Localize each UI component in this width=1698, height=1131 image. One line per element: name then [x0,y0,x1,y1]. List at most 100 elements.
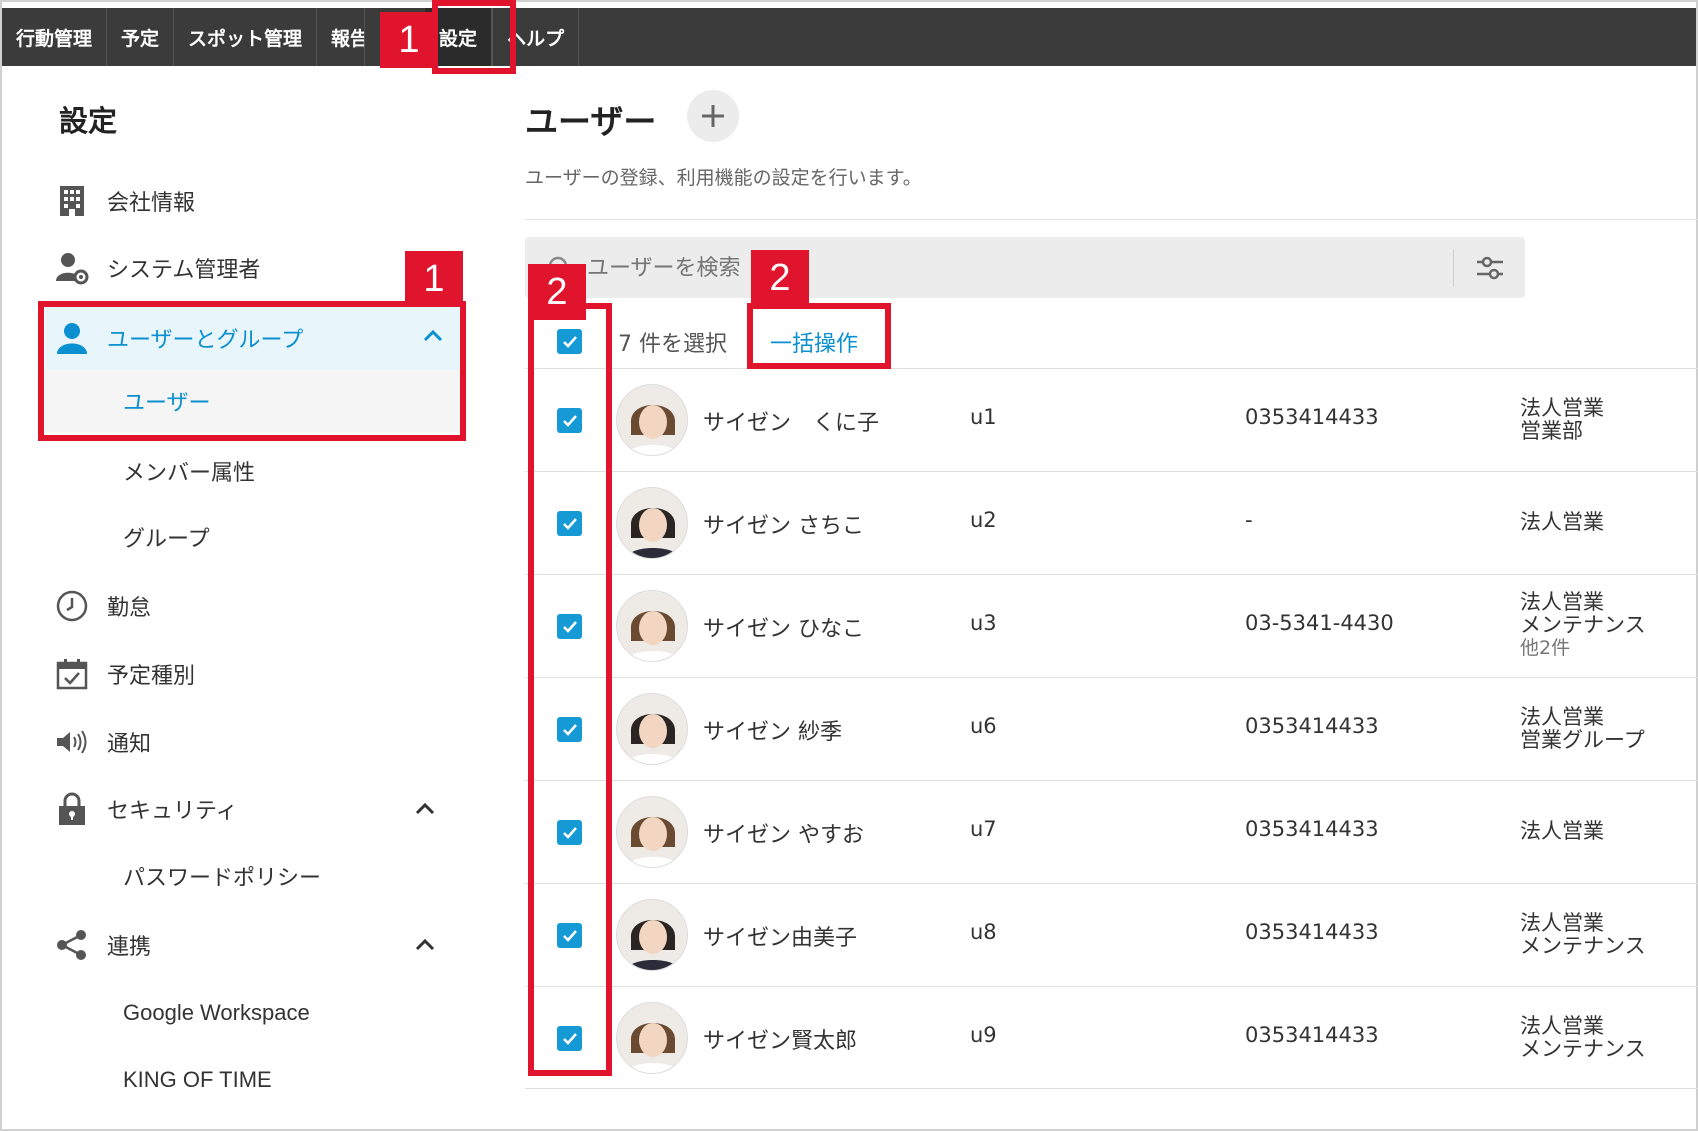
user-groups: 法人営業 営業部 [1520,397,1604,443]
user-id: u8 [970,920,997,944]
group-label: 営業部 [1520,419,1583,443]
user-id: u1 [970,405,997,429]
avatar [616,384,688,456]
chevron-up-icon[interactable] [415,796,435,821]
page-description: ユーザーの登録、利用機能の設定を行います。 [525,167,922,189]
avatar [616,899,688,971]
user-phone: 0353414433 [1245,714,1379,738]
selection-bar: 7 件を選択 一括操作 [525,318,1698,368]
group-label: 法人営業 [1520,911,1604,935]
group-label: 法人営業 [1520,819,1604,843]
sidebar-item-label: セキュリティ [107,799,238,824]
group-label: メンテナンス [1520,934,1646,958]
user-groups: 法人営業 メンテナンス [1520,912,1646,958]
highlight-checkboxes [528,303,612,1076]
user-phone: 0353414433 [1245,920,1379,944]
group-label: 法人営業 [1520,590,1604,614]
user-phone: 03-5341-4430 [1245,611,1394,635]
search-divider [1453,249,1454,287]
callout-number: 1 [405,251,463,307]
sidebar-item-label: 連携 [107,935,152,960]
user-phone: 0353414433 [1245,1023,1379,1047]
sidebar-subitem-password-policy[interactable]: パスワードポリシー [123,851,321,901]
sidebar-item-company[interactable]: 会社情報 [55,170,465,232]
avatar [616,693,688,765]
user-id: u6 [970,714,997,738]
user-id: u7 [970,817,997,841]
user-gear-icon [55,251,89,285]
avatar [616,487,688,559]
speaker-icon [55,725,89,759]
group-label: 営業グループ [1520,728,1645,752]
calendar-check-icon [55,657,89,691]
group-label: 法人営業 [1520,396,1604,420]
sidebar-item-label: 予定種別 [107,664,196,689]
nav-item-activity[interactable]: 行動管理 [2,8,108,66]
user-id: u3 [970,611,997,635]
table-row[interactable]: サイゼン 紗季 u6 0353414433 法人営業 営業グループ [525,677,1698,780]
avatar [616,1002,688,1074]
share-icon [55,928,89,962]
clock-icon [55,589,89,623]
group-label: メンテナンス [1520,613,1646,637]
user-name[interactable]: サイゼン さちこ [703,508,864,540]
table-row[interactable]: サイゼン由美子 u8 0353414433 法人営業 メンテナンス [525,883,1698,986]
group-label: 法人営業 [1520,510,1604,534]
user-phone: 0353414433 [1245,817,1379,841]
building-icon [55,184,89,218]
user-groups: 法人営業 メンテナンス 他2件 [1520,591,1646,660]
sidebar-item-notification[interactable]: 通知 [55,711,465,773]
more-groups-label[interactable]: 他2件 [1520,637,1646,660]
search-input[interactable] [587,249,1407,287]
user-groups: 法人営業 メンテナンス [1520,1015,1646,1061]
callout-number: 1 [380,12,438,68]
nav-item-spot[interactable]: スポット管理 [174,8,318,66]
user-id: u2 [970,508,997,532]
sidebar-item-integration[interactable]: 連携 [55,914,465,976]
plus-icon [702,105,724,127]
group-label: 法人営業 [1520,705,1604,729]
user-name[interactable]: サイゼン賢太郎 [703,1023,857,1055]
sidebar-subitem-google-workspace[interactable]: Google Workspace [123,988,310,1038]
table-row[interactable]: サイゼン さちこ u2 - 法人営業 [525,471,1698,574]
callout-number: 2 [751,250,809,306]
highlight-bulk-action [747,303,891,369]
sidebar-item-attendance[interactable]: 勤怠 [55,575,465,637]
user-name[interactable]: サイゼン由美子 [703,920,857,952]
highlight-settings-tab [432,0,516,74]
sidebar-subitem-groups[interactable]: グループ [123,512,210,562]
callout-number: 2 [528,264,586,320]
sidebar-title: 設定 [59,104,118,138]
sidebar-subitem-member-attributes[interactable]: メンバー属性 [123,446,255,496]
chevron-up-icon[interactable] [415,932,435,957]
user-name[interactable]: サイゼン 紗季 [703,714,842,746]
sidebar-item-sysadmin[interactable]: システム管理者 [55,237,465,299]
group-label: メンテナンス [1520,1037,1646,1061]
avatar [616,796,688,868]
user-name[interactable]: サイゼン やすお [703,817,864,849]
user-name[interactable]: サイゼン くに子 [703,405,879,437]
table-row[interactable]: サイゼン ひなこ u3 03-5341-4430 法人営業 メンテナンス 他2件 [525,574,1698,677]
divider [525,1088,1698,1089]
sidebar-item-label: 会社情報 [107,191,196,216]
filter-settings-icon[interactable] [1473,251,1507,289]
user-groups: 法人営業 [1520,511,1604,534]
user-phone: 0353414433 [1245,405,1379,429]
table-row[interactable]: サイゼン賢太郎 u9 0353414433 法人営業 メンテナンス [525,986,1698,1089]
user-name[interactable]: サイゼン ひなこ [703,611,864,643]
lock-icon [55,792,89,826]
table-row[interactable]: サイゼン やすお u7 0353414433 法人営業 [525,780,1698,883]
search-bar [525,237,1525,298]
sidebar-item-label: 勤怠 [107,596,152,621]
divider [525,219,1698,220]
table-row[interactable]: サイゼン くに子 u1 0353414433 法人営業 営業部 [525,368,1698,471]
add-user-button[interactable] [687,90,739,142]
nav-item-schedule[interactable]: 予定 [107,8,175,66]
sidebar-item-schedule-type[interactable]: 予定種別 [55,643,465,705]
sidebar-subitem-king-of-time[interactable]: KING OF TIME [123,1055,272,1105]
nav-item-report[interactable]: 報告 [317,8,366,66]
page-title: ユーザー [525,102,657,141]
sidebar-item-security[interactable]: セキュリティ [55,778,465,840]
user-groups: 法人営業 営業グループ [1520,706,1645,752]
highlight-users-groups [38,301,466,441]
